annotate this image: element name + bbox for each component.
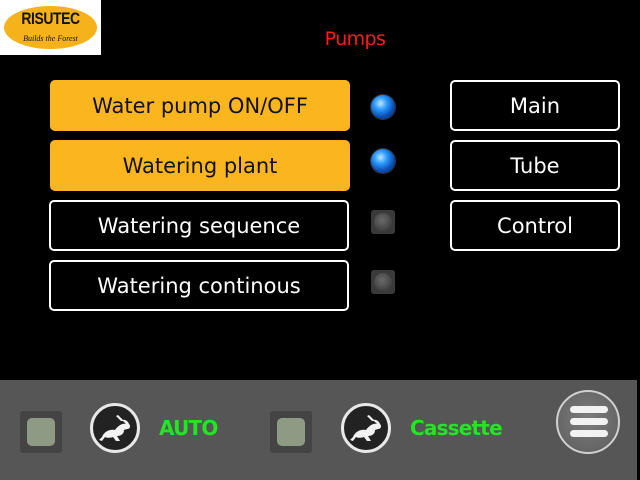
risutec-logo: RISUTEC Builds the Forest	[0, 0, 101, 55]
water-pump-toggle-button[interactable]: Water pump ON/OFF	[50, 80, 350, 131]
watering-continous-status-led	[371, 270, 395, 294]
watering-sequence-button[interactable]: Watering sequence	[49, 200, 349, 251]
watering-plant-status-led	[371, 149, 395, 173]
auto-mode-label: AUTO	[159, 416, 218, 440]
cassette-mode-label: Cassette	[410, 416, 503, 440]
cassette-status-indicator	[270, 411, 312, 453]
watering-sequence-status-led	[371, 210, 395, 234]
control-nav-button[interactable]: Control	[450, 200, 620, 251]
auto-status-indicator	[20, 411, 62, 453]
watering-plant-button[interactable]: Watering plant	[50, 140, 350, 191]
hamburger-line	[570, 418, 608, 425]
watering-continous-button[interactable]: Watering continous	[49, 260, 349, 311]
hamburger-line	[570, 430, 608, 437]
cassette-mode-button[interactable]	[341, 403, 391, 453]
logo-slogan: Builds the Forest	[23, 34, 78, 43]
hamburger-menu-icon	[570, 406, 608, 413]
tube-nav-button[interactable]: Tube	[450, 140, 620, 191]
rabbit-icon	[99, 415, 131, 441]
auto-mode-button[interactable]	[90, 403, 140, 453]
rabbit-icon	[350, 415, 382, 441]
menu-button[interactable]	[556, 390, 620, 454]
logo-brand: RISUTEC	[21, 9, 80, 28]
main-nav-button[interactable]: Main	[450, 80, 620, 131]
page-title: Pumps	[324, 28, 386, 50]
water-pump-status-led	[371, 95, 395, 119]
